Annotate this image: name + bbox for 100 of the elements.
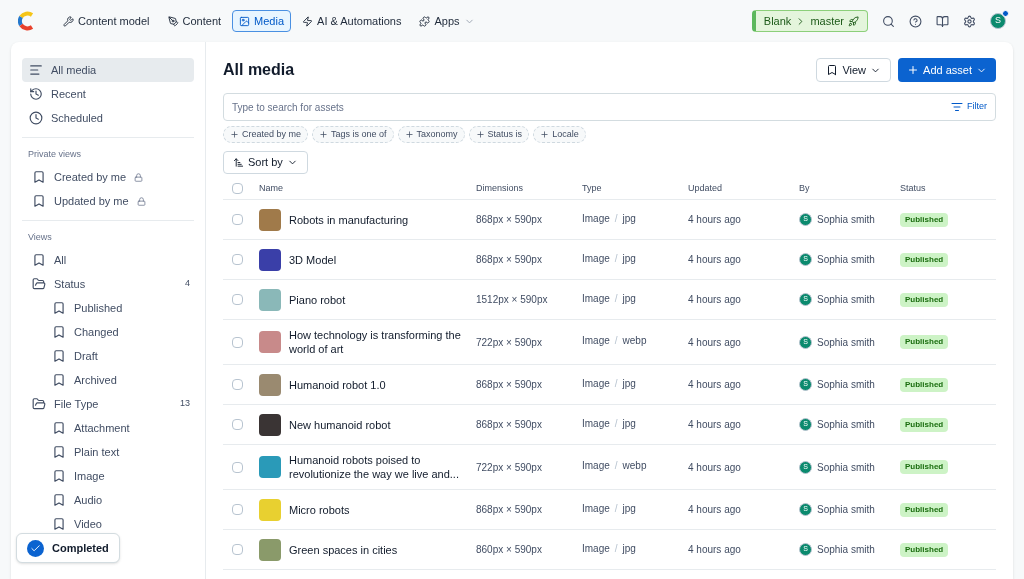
- asset-name[interactable]: Humanoid robots poised to revolutionize the way we live and...: [289, 453, 461, 481]
- add-asset-button[interactable]: Add asset: [898, 58, 996, 82]
- sidebar-item[interactable]: Image: [74, 467, 105, 485]
- asset-type: Image: [582, 291, 610, 306]
- nav-tab[interactable]: Content model: [56, 10, 157, 32]
- asset-name[interactable]: 3D Model: [289, 252, 461, 267]
- status-badge: Published: [900, 252, 949, 267]
- sidebar-item[interactable]: Status: [54, 275, 86, 293]
- sidebar-item[interactable]: Attachment: [74, 419, 130, 437]
- book-icon[interactable]: [936, 14, 949, 28]
- bookmark-icon: [52, 301, 66, 315]
- lightning-icon: [302, 15, 314, 27]
- plus-icon: [907, 64, 920, 76]
- row-checkbox[interactable]: [232, 379, 243, 390]
- pen-icon: [167, 15, 179, 27]
- sidebar-item[interactable]: Changed: [74, 323, 119, 341]
- bookmark-icon: [32, 170, 46, 184]
- updated-time: 4 hours ago: [688, 335, 742, 350]
- nav-tab[interactable]: Content: [160, 10, 229, 32]
- separator: /: [614, 416, 618, 431]
- status-badge: Published: [900, 292, 949, 307]
- sidebar-item[interactable]: All: [54, 251, 67, 269]
- row-checkbox[interactable]: [232, 504, 243, 515]
- bookmark-icon: [52, 349, 66, 363]
- sort-button[interactable]: Sort by: [223, 151, 308, 174]
- nav-tab[interactable]: Media: [232, 10, 292, 32]
- sidebar-item[interactable]: Draft: [74, 347, 98, 365]
- asset-type: Image: [582, 211, 610, 226]
- status-badge: Published: [900, 542, 949, 557]
- nav-tab[interactable]: Apps: [412, 10, 482, 32]
- asset-type: Image: [582, 541, 610, 556]
- filter-chip[interactable]: Created by me: [223, 126, 309, 143]
- filter-chip[interactable]: Taxonomy: [397, 126, 465, 143]
- sidebar-item[interactable]: Updated by me: [54, 192, 129, 210]
- row-checkbox[interactable]: [232, 214, 243, 225]
- status-badge: Published: [900, 335, 949, 349]
- column-header: Dimensions: [476, 181, 525, 195]
- asset-name[interactable]: Robots in manufacturing: [289, 212, 461, 227]
- sidebar-item[interactable]: Archived: [74, 371, 117, 389]
- file-format: jpg: [622, 376, 636, 391]
- filter-button[interactable]: Filter: [951, 100, 987, 114]
- sidebar-item[interactable]: Recent: [51, 85, 86, 103]
- asset-name[interactable]: Piano robot: [289, 292, 461, 307]
- search-field[interactable]: Type to search for assets Filter: [223, 93, 996, 121]
- environment-button[interactable]: Blank master: [751, 10, 868, 32]
- asset-type: Image: [582, 376, 610, 391]
- history-icon: [29, 87, 43, 101]
- row-checkbox[interactable]: [232, 294, 243, 305]
- status-badge: Published: [900, 502, 949, 517]
- sidebar-item[interactable]: Video: [74, 515, 102, 533]
- asset-type: Image: [582, 416, 610, 431]
- author-name: Sophia smith: [817, 543, 875, 557]
- updated-time: 4 hours ago: [688, 460, 742, 475]
- filter-chip[interactable]: Tags is one of: [312, 126, 394, 143]
- bookmark-icon: [52, 373, 66, 387]
- updated-time: 4 hours ago: [688, 543, 742, 557]
- sidebar-item[interactable]: Scheduled: [51, 109, 103, 127]
- asset-type: Image: [582, 334, 610, 348]
- sidebar-item[interactable]: Created by me: [54, 168, 127, 186]
- row-checkbox[interactable]: [232, 254, 243, 265]
- asset-name[interactable]: Humanoid robot 1.0: [289, 377, 461, 392]
- updated-time: 4 hours ago: [688, 418, 742, 432]
- sidebar-item[interactable]: Audio: [74, 491, 103, 509]
- column-header: Updated: [688, 181, 724, 195]
- status-badge: Published: [900, 377, 949, 392]
- search-icon[interactable]: [882, 14, 895, 28]
- asset-name[interactable]: Green spaces in cities: [289, 542, 461, 557]
- status-badge: Published: [900, 460, 949, 474]
- help-icon[interactable]: [909, 14, 922, 28]
- select-all-checkbox[interactable]: [232, 183, 243, 194]
- asset-name[interactable]: How technology is transforming the world of art: [289, 328, 461, 356]
- bookmark-icon: [52, 445, 66, 459]
- file-format: jpg: [622, 541, 636, 556]
- updated-time: 4 hours ago: [688, 253, 742, 267]
- clock-icon: [29, 111, 43, 125]
- updated-time: 4 hours ago: [688, 213, 742, 227]
- logo-icon: [18, 11, 36, 31]
- column-header: By: [799, 181, 811, 195]
- photo-placeholder: [259, 288, 281, 311]
- column-header: Name: [259, 181, 284, 195]
- filter-chip[interactable]: Status is: [468, 126, 530, 143]
- row-checkbox[interactable]: [232, 419, 243, 430]
- sidebar-item[interactable]: Plain text: [74, 443, 120, 461]
- file-format: jpg: [622, 416, 636, 431]
- row-checkbox[interactable]: [232, 461, 243, 473]
- row-checkbox[interactable]: [232, 336, 243, 348]
- sidebar-item[interactable]: File Type: [54, 395, 99, 413]
- asset-name[interactable]: Micro robots: [289, 502, 461, 517]
- bookmark-icon: [52, 469, 66, 483]
- sidebar-item[interactable]: Published: [74, 299, 123, 317]
- bookmark-icon: [32, 253, 46, 267]
- sort-icon: [233, 157, 244, 168]
- settings-icon[interactable]: [963, 14, 976, 28]
- filter-chip[interactable]: Locale: [533, 126, 586, 143]
- asset-name[interactable]: New humanoid robot: [289, 417, 461, 432]
- author-name: Sophia smith: [817, 378, 875, 392]
- view-button[interactable]: View: [816, 58, 892, 82]
- nav-tab[interactable]: AI & Automations: [295, 10, 409, 32]
- user-avatar[interactable]: S: [990, 13, 1006, 29]
- row-checkbox[interactable]: [232, 544, 243, 555]
